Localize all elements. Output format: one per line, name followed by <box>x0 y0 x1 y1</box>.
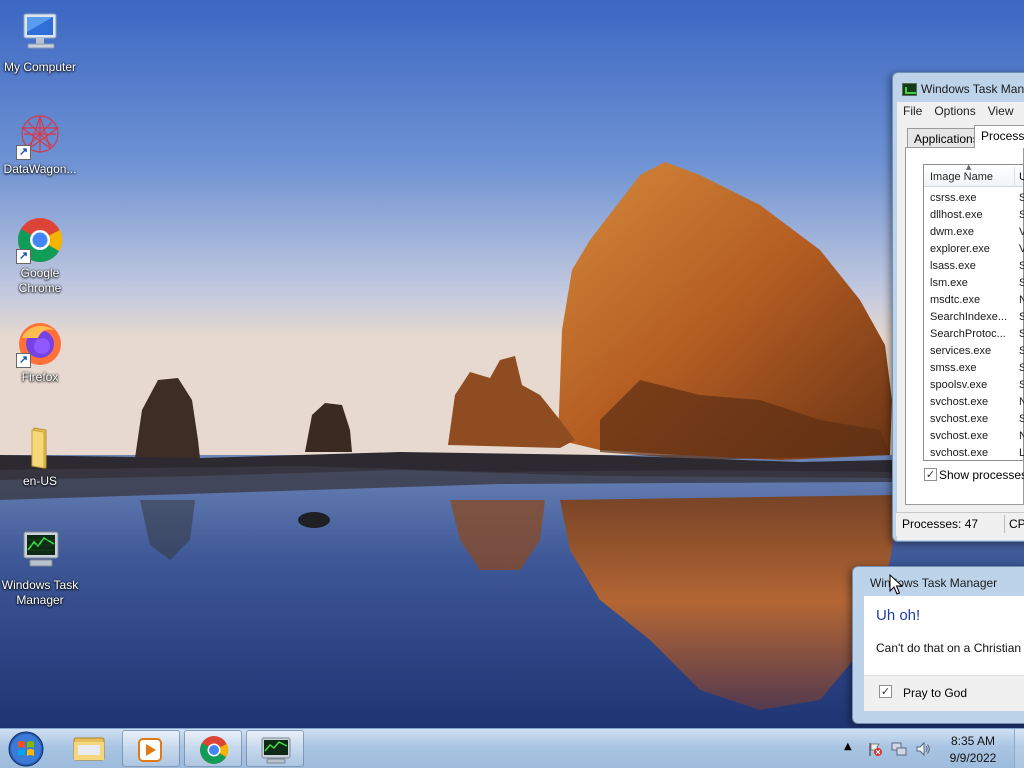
clock[interactable]: 8:35 AM 9/9/2022 <box>936 733 1010 767</box>
desktop-icon-label: DataWagon... <box>3 162 77 176</box>
menu-view[interactable]: View <box>988 104 1014 120</box>
menu-file[interactable]: File <box>903 104 922 120</box>
process-user: S <box>1019 209 1024 221</box>
taskbar-task-manager-button[interactable] <box>246 730 304 767</box>
taskbar: ▲ 8:35 AM 9/9/2022 <box>0 728 1024 768</box>
process-user: S <box>1019 277 1024 289</box>
window-title: Windows Task Man <box>921 82 1024 96</box>
process-list[interactable]: ▲ Image Name U csrss.exe S dllhost.exe S… <box>923 163 1024 462</box>
task-manager-dialog[interactable]: Windows Task Manager Uh oh! Can't do tha… <box>852 566 1024 724</box>
desktop-icon-label: Firefox <box>21 370 59 384</box>
taskbar-media-player-button[interactable] <box>122 730 180 767</box>
process-user: S <box>1019 379 1024 391</box>
datawagon-icon: ↗ <box>16 112 64 160</box>
process-row[interactable]: smss.exe <box>930 360 1015 377</box>
process-user: S <box>1019 413 1024 425</box>
clock-date: 9/9/2022 <box>949 751 997 765</box>
pray-to-god-label[interactable]: Pray to God <box>903 686 967 700</box>
process-user: V <box>1019 226 1024 238</box>
desktop-icon-label: Google Chrome <box>18 266 62 295</box>
status-divider <box>1004 515 1005 533</box>
column-separator[interactable] <box>1014 167 1015 185</box>
process-row[interactable]: svchost.exe <box>930 445 1015 462</box>
media-player-icon <box>138 738 162 762</box>
mouse-cursor-icon <box>889 574 903 595</box>
column-user-name[interactable]: U <box>1019 171 1024 183</box>
desktop-icon-label: My Computer <box>3 60 77 74</box>
status-processes-count: Processes: 47 <box>902 517 979 531</box>
menu-options[interactable]: Options <box>934 104 975 120</box>
process-row[interactable]: svchost.exe <box>930 394 1015 411</box>
taskbar-explorer-button[interactable] <box>60 730 118 767</box>
dialog-heading: Uh oh! <box>876 607 921 624</box>
process-list-header: ▲ Image Name U <box>924 163 1024 187</box>
process-row[interactable]: lsass.exe <box>930 258 1015 275</box>
shortcut-arrow-icon: ↗ <box>16 249 31 264</box>
process-user: N <box>1019 396 1024 408</box>
firefox-icon: ↗ <box>16 320 64 368</box>
chrome-icon: ↗ <box>16 216 64 264</box>
explorer-icon <box>73 737 105 761</box>
process-row[interactable]: SearchProtoc... <box>930 326 1015 343</box>
tab-processes[interactable]: Processe <box>974 125 1024 148</box>
process-row[interactable]: lsm.exe <box>930 275 1015 292</box>
process-user: S <box>1019 328 1024 340</box>
show-hidden-icons-chevron-icon[interactable]: ▲ <box>844 741 860 757</box>
show-processes-label: Show processes f <box>939 468 1024 482</box>
clock-time: 8:35 AM <box>950 734 996 748</box>
process-row[interactable]: svchost.exe <box>930 428 1015 445</box>
computer-icon <box>16 10 64 58</box>
start-button[interactable] <box>6 730 46 768</box>
show-processes-checkbox[interactable]: ✓ <box>924 468 937 481</box>
desktop-icon-datawagon[interactable]: ↗ DataWagon... <box>0 112 80 177</box>
process-user: N <box>1019 430 1024 442</box>
desktop-icon-label: Windows Task Manager <box>1 578 79 607</box>
action-center-flag-icon[interactable] <box>867 741 883 757</box>
taskbar-chrome-button[interactable] <box>184 730 242 767</box>
process-user: L <box>1019 447 1024 459</box>
process-row[interactable]: dwm.exe <box>930 224 1015 241</box>
shortcut-arrow-icon: ↗ <box>16 145 31 160</box>
process-user: N <box>1019 294 1024 306</box>
process-row[interactable]: spoolsv.exe <box>930 377 1015 394</box>
desktop-icon-google-chrome[interactable]: ↗ Google Chrome <box>0 216 80 296</box>
status-cpu-usage: CP <box>1009 517 1024 531</box>
desktop-icon-en-us-folder[interactable]: en-US <box>0 424 80 489</box>
desktop-icon-label: en-US <box>22 474 57 488</box>
process-user: S <box>1019 260 1024 272</box>
task-manager-icon <box>261 737 291 764</box>
task-manager-icon <box>902 83 917 96</box>
process-user: V <box>1019 243 1024 255</box>
pray-to-god-checkbox[interactable]: ✓ <box>879 685 892 698</box>
process-row[interactable]: services.exe <box>930 343 1015 360</box>
process-row[interactable]: explorer.exe <box>930 241 1015 258</box>
desktop-icon-my-computer[interactable]: My Computer <box>0 10 80 75</box>
dialog-message: Can't do that on a Christian <box>876 641 1022 655</box>
network-icon[interactable] <box>891 741 907 757</box>
process-user: S <box>1019 311 1024 323</box>
process-user: S <box>1019 345 1024 357</box>
process-row[interactable]: msdtc.exe <box>930 292 1015 309</box>
process-row[interactable]: dllhost.exe <box>930 207 1015 224</box>
process-user: S <box>1019 362 1024 374</box>
volume-icon[interactable] <box>915 741 931 757</box>
column-image-name[interactable]: Image Name <box>930 171 993 183</box>
menu-bar: File Options View <box>897 102 1024 122</box>
shortcut-arrow-icon: ↗ <box>16 353 31 368</box>
process-row[interactable]: SearchIndexe... <box>930 309 1015 326</box>
sort-ascending-icon: ▲ <box>966 163 972 171</box>
task-manager-icon <box>16 528 64 576</box>
show-desktop-button[interactable] <box>1014 729 1024 768</box>
process-row[interactable]: svchost.exe <box>930 411 1015 428</box>
chrome-icon <box>200 736 229 764</box>
desktop-icon-firefox[interactable]: ↗ Firefox <box>0 320 80 385</box>
process-row[interactable]: csrss.exe <box>930 190 1015 207</box>
folder-icon <box>16 424 64 472</box>
process-user: S <box>1019 192 1024 204</box>
desktop-icon-task-manager[interactable]: Windows Task Manager <box>0 528 80 608</box>
status-bar: Processes: 47 CP <box>896 512 1024 536</box>
